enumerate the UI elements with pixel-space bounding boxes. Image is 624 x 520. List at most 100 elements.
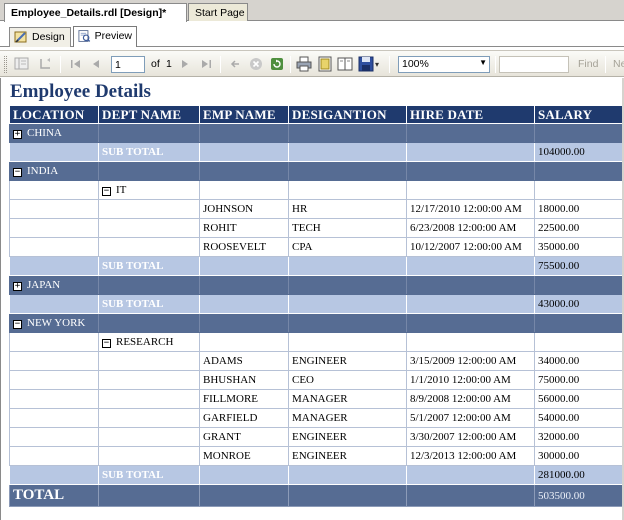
find-text-input[interactable] [499, 56, 569, 73]
subtotal-row: SUB TOTAL 281000.00 [9, 465, 624, 485]
first-page-icon[interactable] [68, 56, 84, 72]
tab-preview-label: Preview [94, 30, 132, 42]
current-page-input[interactable] [111, 56, 145, 73]
total-pages-label: 1 [166, 58, 172, 70]
export-dropdown-icon[interactable]: ▾ [373, 56, 381, 72]
view-tab-strip: Design Preview [0, 22, 624, 47]
tab-preview[interactable]: Preview [73, 26, 137, 47]
emp-name-cell: FILLMORE [199, 389, 289, 409]
hire-date-cell: 12/3/2013 12:00:00 AM [406, 446, 535, 466]
designation-cell: ENGINEER [288, 427, 407, 447]
salary-cell: 34000.00 [534, 351, 624, 371]
subtotal-value: 43000.00 [534, 294, 624, 314]
emp-name-cell: GRANT [199, 427, 289, 447]
subtotal-label: SUB TOTAL [98, 294, 200, 314]
column-header-hire-date: HIRE DATE [406, 105, 535, 124]
grand-total-label: TOTAL [9, 484, 99, 507]
column-header-dept-name: DEPT NAME [98, 105, 200, 124]
collapse-toggle-icon[interactable]: − [102, 339, 111, 348]
collapse-toggle-icon[interactable]: − [13, 320, 22, 329]
location-cell: + CHINA [9, 123, 99, 143]
tab-start-page[interactable]: Start Page [188, 3, 248, 21]
designation-cell: ENGINEER [288, 351, 407, 371]
zoom-select[interactable]: 100% ▼ [398, 56, 490, 73]
location-cell: − INDIA [9, 161, 99, 181]
back-icon[interactable] [227, 56, 243, 72]
hire-date-cell: 3/15/2009 12:00:00 AM [406, 351, 535, 371]
parent-report-icon[interactable] [38, 56, 54, 72]
salary-cell: 75000.00 [534, 370, 624, 390]
tab-design[interactable]: Design [9, 27, 71, 47]
stop-icon[interactable] [248, 56, 264, 72]
column-header-salary: SALARY [534, 105, 624, 124]
print-layout-icon[interactable] [317, 56, 333, 72]
table-row: ADAMS ENGINEER 3/15/2009 12:00:00 AM 340… [9, 351, 624, 371]
hire-date-cell: 1/1/2010 12:00:00 AM [406, 370, 535, 390]
salary-cell: 56000.00 [534, 389, 624, 409]
department-group-row: − RESEARCH [9, 332, 624, 352]
toolbar-separator [495, 56, 496, 73]
table-row: GRANT ENGINEER 3/30/2007 12:00:00 AM 320… [9, 427, 624, 447]
collapse-toggle-icon[interactable]: − [13, 168, 22, 177]
location-name: CHINA [27, 127, 62, 139]
find-link[interactable]: Find [578, 58, 598, 70]
expand-toggle-icon[interactable]: + [13, 130, 22, 139]
previous-page-icon[interactable] [88, 56, 104, 72]
grand-total-row: TOTAL 503500.00 [9, 484, 624, 507]
subtotal-label: SUB TOTAL [98, 256, 200, 276]
table-header-row: LOCATION DEPT NAME EMP NAME DESIGANTION … [9, 105, 624, 124]
toolbar-grip[interactable] [4, 56, 7, 73]
next-page-icon[interactable] [177, 56, 193, 72]
subtotal-value: 104000.00 [534, 142, 624, 162]
subtotal-row: SUB TOTAL 104000.00 [9, 142, 624, 162]
subtotal-row: SUB TOTAL 43000.00 [9, 294, 624, 314]
last-page-icon[interactable] [198, 56, 214, 72]
emp-name-cell: ROHIT [199, 218, 289, 238]
collapse-toggle-icon[interactable]: − [102, 187, 111, 196]
print-icon[interactable] [296, 56, 312, 72]
subtotal-row: SUB TOTAL 75500.00 [9, 256, 624, 276]
subtotal-value: 75500.00 [534, 256, 624, 276]
find-next-link[interactable]: Ne [613, 58, 624, 70]
designation-cell: MANAGER [288, 389, 407, 409]
hire-date-cell: 10/12/2007 12:00:00 AM [406, 237, 535, 257]
toolbar-separator [60, 56, 61, 73]
designation-cell: CEO [288, 370, 407, 390]
hire-date-cell: 3/30/2007 12:00:00 AM [406, 427, 535, 447]
salary-cell: 54000.00 [534, 408, 624, 428]
report-title: Employee Details [10, 81, 151, 102]
document-map-icon[interactable] [14, 56, 30, 72]
designation-cell: ENGINEER [288, 446, 407, 466]
zoom-value: 100% [402, 58, 429, 70]
table-row: ROOSEVELT CPA 10/12/2007 12:00:00 AM 350… [9, 237, 624, 257]
column-header-designation: DESIGANTION [288, 105, 407, 124]
salary-cell: 32000.00 [534, 427, 624, 447]
grand-total-value: 503500.00 [534, 484, 624, 507]
design-icon [14, 31, 27, 43]
emp-name-cell: BHUSHAN [199, 370, 289, 390]
location-group-row: + CHINA [9, 123, 624, 143]
salary-cell: 35000.00 [534, 237, 624, 257]
table-row: GARFIELD MANAGER 5/1/2007 12:00:00 AM 54… [9, 408, 624, 428]
hire-date-cell: 6/23/2008 12:00:00 AM [406, 218, 535, 238]
hire-date-cell: 8/9/2008 12:00:00 AM [406, 389, 535, 409]
tab-employee-details-design[interactable]: Employee_Details.rdl [Design]* [4, 3, 187, 22]
export-icon[interactable] [358, 56, 374, 72]
preview-icon [78, 30, 91, 42]
page-setup-icon[interactable] [337, 56, 353, 72]
subtotal-label: SUB TOTAL [98, 465, 200, 485]
designation-cell: CPA [288, 237, 407, 257]
emp-name-cell: GARFIELD [199, 408, 289, 428]
location-group-row: + JAPAN [9, 275, 624, 295]
expand-toggle-icon[interactable]: + [13, 282, 22, 291]
table-row: ROHIT TECH 6/23/2008 12:00:00 AM 22500.0… [9, 218, 624, 238]
report-viewer: Employee Details LOCATION DEPT NAME EMP … [0, 78, 624, 520]
refresh-icon[interactable] [269, 56, 285, 72]
location-group-row: − INDIA [9, 161, 624, 181]
salary-cell: 22500.00 [534, 218, 624, 238]
location-name: INDIA [27, 165, 59, 177]
of-label: of [151, 58, 160, 70]
table-row: JOHNSON HR 12/17/2010 12:00:00 AM 18000.… [9, 199, 624, 219]
designation-cell: TECH [288, 218, 407, 238]
subtotal-value: 281000.00 [534, 465, 624, 485]
